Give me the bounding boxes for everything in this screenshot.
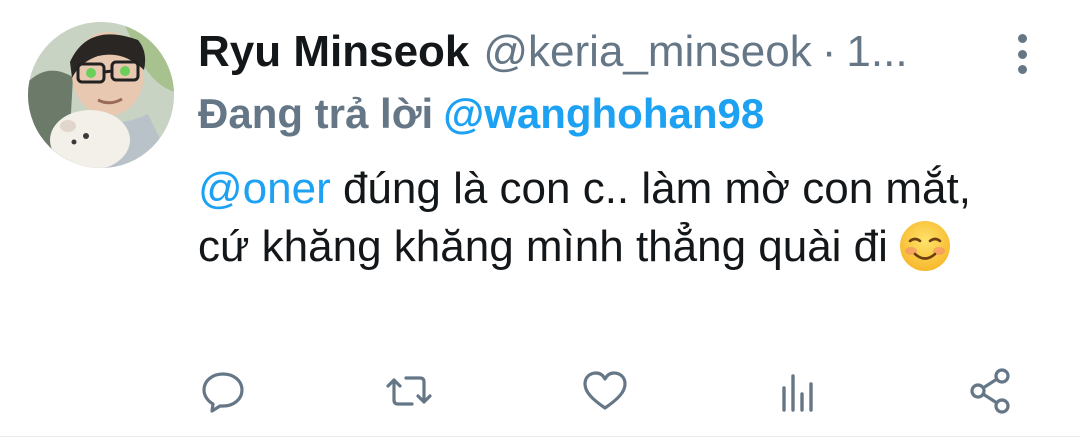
text-mention[interactable]: @oner [198, 164, 331, 213]
retweet-icon [386, 376, 432, 406]
analytics-button[interactable] [772, 366, 822, 416]
tweet-header: Ryu Minseok @keria_minseok · 1... [198, 20, 958, 84]
separator-dot: · [821, 27, 837, 76]
smiling-face-icon [899, 221, 950, 271]
timestamp[interactable]: 1... [846, 20, 907, 84]
menu-dot [1017, 34, 1027, 43]
tweet-divider [0, 436, 1080, 437]
avatar-image [28, 22, 174, 168]
tweet-text: @oner đúng là con c.. làm mờ con mắt, cứ… [198, 160, 998, 276]
avatar[interactable] [28, 22, 174, 168]
menu-dot [1017, 49, 1027, 59]
username[interactable]: @keria_minseok [483, 20, 811, 84]
tweet-card[interactable]: Ryu Minseok @keria_minseok · 1... Đang t… [0, 0, 1080, 442]
replying-to-label: Đang trả lời [198, 90, 434, 137]
reply-button[interactable] [198, 366, 248, 416]
replying-to-mention[interactable]: @wanghohan98 [443, 90, 764, 137]
share-button[interactable] [966, 366, 1016, 416]
reply-icon [202, 372, 244, 413]
menu-dot [1017, 65, 1027, 74]
display-name[interactable]: Ryu Minseok [198, 20, 469, 84]
like-button[interactable] [580, 366, 630, 416]
replying-to: Đang trả lời @wanghohan98 [198, 84, 1028, 144]
heart-icon [583, 371, 627, 410]
tweet-actions [198, 366, 1018, 416]
retweet-button[interactable] [384, 366, 434, 416]
tweet-content: Ryu Minseok @keria_minseok · 1... Đang t… [198, 20, 1028, 276]
analytics-icon [782, 374, 813, 412]
more-options-icon[interactable] [1008, 34, 1036, 74]
share-icon [970, 368, 1010, 414]
